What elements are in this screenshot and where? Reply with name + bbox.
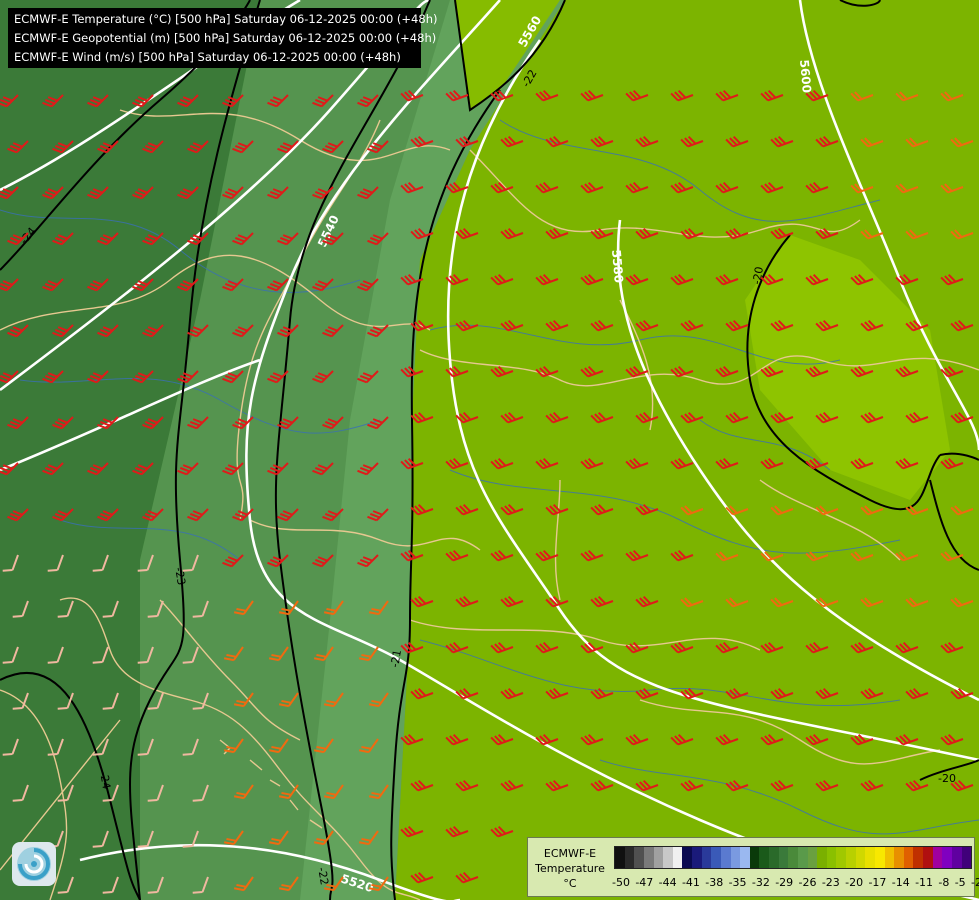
legend-color-swatch [817, 847, 827, 868]
legend-tick: -14 [891, 876, 910, 889]
legend-color-swatch [692, 847, 702, 868]
title-line-temperature: ECMWF-E Temperature (°C) [500 hPa] Satur… [14, 12, 438, 26]
legend-color-swatch [961, 847, 972, 868]
legend-color-swatch [663, 847, 673, 868]
legend-color-swatch [759, 847, 769, 868]
legend-color-swatch [797, 847, 808, 868]
ecmwf-swirl-logo-icon [12, 842, 56, 886]
legend-title: ECMWF-E Temperature °C [532, 846, 608, 891]
temperature-legend: ECMWF-E Temperature °C -50 -47 -44 -41 -38 -3… [527, 837, 979, 897]
legend-color-swatch [855, 847, 866, 868]
legend-color-swatch [942, 847, 952, 868]
legend-color-swatch [701, 847, 712, 868]
legend-title-line1: ECMWF-E [543, 847, 597, 860]
legend-tick: -2 [971, 876, 979, 889]
legend-color-swatch [711, 847, 721, 868]
legend-color-swatch [836, 847, 846, 868]
legend-color-swatch [874, 847, 885, 868]
legend-tick: -5 [954, 876, 966, 889]
legend-color-swatch [634, 847, 644, 868]
legend-tick: -38 [705, 876, 724, 889]
title-line-geopotential: ECMWF-E Geopotential (m) [500 hPa] Satur… [14, 31, 437, 45]
legend-color-swatch [682, 847, 692, 868]
geopotential-label: 5600 [797, 59, 814, 93]
temperature-label: -20 [938, 772, 956, 785]
legend-color-swatch [903, 847, 914, 868]
legend-color-swatch [923, 847, 933, 868]
legend-color-swatch [740, 847, 750, 868]
legend-color-swatch [769, 847, 779, 868]
legend-tick: -35 [728, 876, 747, 889]
legend-tick: -11 [915, 876, 934, 889]
title-line-wind: ECMWF-E Wind (m/s) [500 hPa] Saturday 06… [14, 50, 401, 64]
legend-tick: -26 [798, 876, 817, 889]
legend-tick: -47 [635, 876, 654, 889]
legend-unit: °C [563, 877, 577, 890]
legend-tick: -50 [612, 876, 630, 889]
legend-tick: -44 [658, 876, 677, 889]
legend-color-swatch [932, 847, 943, 868]
legend-title-line2: Temperature [535, 862, 605, 875]
legend-color-swatch [730, 847, 741, 868]
legend-color-swatch [778, 847, 789, 868]
legend-color-swatch [672, 847, 683, 868]
legend-tick: -8 [938, 876, 950, 889]
legend-color-swatch [951, 847, 962, 868]
legend-tick: -20 [845, 876, 864, 889]
map-title-box: ECMWF-E Temperature (°C) [500 hPa] Satur… [8, 8, 438, 68]
legend-color-swatch [720, 847, 731, 868]
legend-tick: -32 [751, 876, 770, 889]
legend-color-swatch [643, 847, 654, 868]
legend-tick: -17 [868, 876, 887, 889]
legend-color-swatch [884, 847, 895, 868]
legend-color-swatch [749, 847, 760, 868]
legend-tick: -41 [681, 876, 700, 889]
legend-color-swatch [788, 847, 798, 868]
weather-map: 5560 5540 5600 5580 5520 -24 -23 -22 -21… [0, 0, 979, 900]
legend-color-swatch [913, 847, 923, 868]
legend-color-swatch [615, 847, 625, 868]
geopotential-label: 5580 [609, 249, 626, 283]
legend-color-swatch [894, 847, 904, 868]
legend-color-swatch [807, 847, 818, 868]
legend-ticks: -50 -47 -44 -41 -38 -35 -32 -29 -26 -23 -20 -17 -14-… [612, 876, 979, 889]
legend-color-swatch [826, 847, 837, 868]
legend-color-swatch [653, 847, 664, 868]
legend-color-bar [614, 846, 972, 869]
legend-color-swatch [624, 847, 635, 868]
legend-color-swatch [846, 847, 856, 868]
legend-color-swatch [865, 847, 875, 868]
legend-tick: -23 [821, 876, 840, 889]
legend-tick: -29 [775, 876, 794, 889]
